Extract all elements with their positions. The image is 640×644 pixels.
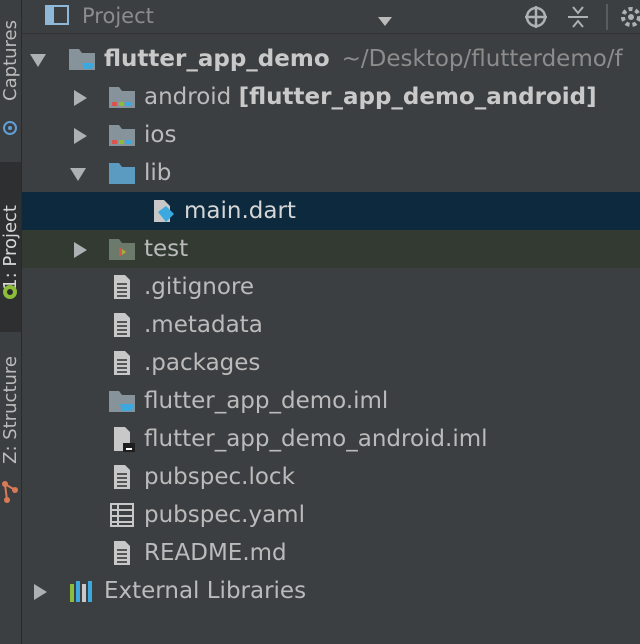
tree-row-packages[interactable]: .packages xyxy=(22,344,640,382)
android-module-folder-icon xyxy=(108,84,136,110)
tree-row-readme[interactable]: README.md xyxy=(22,534,640,572)
tree-label-ios: ios xyxy=(144,122,177,148)
chevron-right-icon[interactable] xyxy=(34,584,47,600)
locate-icon[interactable] xyxy=(524,5,548,29)
tab-captures-label: Captures xyxy=(0,19,21,101)
tree-label-android: android [flutter_app_demo_android] xyxy=(144,82,597,112)
text-file-icon xyxy=(108,540,136,566)
tree-row-pubspec-yaml[interactable]: pubspec.yaml xyxy=(22,496,640,534)
tree-row-iml[interactable]: flutter_app_demo.iml xyxy=(22,382,640,420)
chevron-right-icon[interactable] xyxy=(74,242,87,258)
gear-icon[interactable] xyxy=(618,5,640,29)
module-file-icon xyxy=(108,388,136,414)
chevron-down-icon[interactable] xyxy=(30,54,46,67)
tab-structure-label: Z: Structure xyxy=(0,356,21,464)
library-icon xyxy=(68,578,96,604)
text-file-icon xyxy=(108,312,136,338)
text-file-icon xyxy=(108,464,136,490)
tree-label-readme: README.md xyxy=(144,540,287,566)
tree-label-pubspec-yaml: pubspec.yaml xyxy=(144,502,305,528)
yaml-file-icon xyxy=(108,502,136,528)
tree-label-lib: lib xyxy=(144,160,172,186)
tree-row-gitignore[interactable]: .gitignore xyxy=(22,268,640,306)
iml-file-icon xyxy=(108,426,136,452)
tree-row-android-iml[interactable]: flutter_app_demo_android.iml xyxy=(22,420,640,458)
tree-label-root: flutter_app_demo ~/Desktop/flutterdemo/f xyxy=(104,44,623,74)
chevron-down-icon[interactable] xyxy=(70,168,86,181)
module-folder-icon xyxy=(68,46,96,72)
tree-row-android[interactable]: android [flutter_app_demo_android] xyxy=(22,78,640,116)
android-module: [flutter_app_demo_android] xyxy=(238,84,597,110)
root-path: ~/Desktop/flutterdemo/f xyxy=(341,46,623,72)
text-file-icon xyxy=(108,274,136,300)
tool-window-strip: Captures 1: Project Z: Structure xyxy=(0,0,22,644)
tab-project-label: 1: Project xyxy=(0,204,21,290)
dart-file-icon xyxy=(148,198,176,224)
test-folder-icon xyxy=(108,236,136,262)
tree-row-metadata[interactable]: .metadata xyxy=(22,306,640,344)
tree-row-lib[interactable]: lib xyxy=(22,154,640,192)
captures-icon xyxy=(2,120,18,136)
tree-label-metadata: .metadata xyxy=(144,312,263,338)
folder-icon xyxy=(108,122,136,148)
tree-row-root[interactable]: flutter_app_demo ~/Desktop/flutterdemo/f xyxy=(22,40,640,78)
chevron-right-icon[interactable] xyxy=(74,128,87,144)
tree-row-test[interactable]: test xyxy=(22,230,640,268)
tree-label-packages: .packages xyxy=(144,350,261,376)
tree-label-android-iml: flutter_app_demo_android.iml xyxy=(144,426,488,452)
tree-row-ios[interactable]: ios xyxy=(22,116,640,154)
project-view-icon xyxy=(44,4,72,28)
collapse-all-icon[interactable] xyxy=(566,5,590,29)
tree-row-pubspec-lock[interactable]: pubspec.lock xyxy=(22,458,640,496)
tree-label-iml: flutter_app_demo.iml xyxy=(144,388,389,414)
tree-label-external-libraries: External Libraries xyxy=(104,578,307,604)
root-name: flutter_app_demo xyxy=(104,46,330,72)
chevron-right-icon[interactable] xyxy=(74,90,87,106)
android-robot-icon xyxy=(2,284,18,300)
tree-row-main-dart[interactable]: main.dart xyxy=(22,192,640,230)
tab-captures[interactable]: Captures xyxy=(0,0,21,120)
tree-label-test: test xyxy=(144,236,189,262)
android-name: android xyxy=(144,84,232,110)
tree-label-gitignore: .gitignore xyxy=(144,274,255,300)
tab-structure[interactable]: Z: Structure xyxy=(0,340,21,480)
tree-label-pubspec-lock: pubspec.lock xyxy=(144,464,295,490)
structure-icon xyxy=(1,480,19,506)
source-folder-icon xyxy=(108,160,136,186)
tree-label-main-dart: main.dart xyxy=(184,198,296,224)
tab-project[interactable]: 1: Project xyxy=(0,162,21,332)
project-view-title[interactable]: Project xyxy=(82,2,154,30)
text-file-icon xyxy=(108,350,136,376)
project-tool-window: Project flutter_app_demo ~/Desktop/flutte… xyxy=(22,0,640,644)
project-toolbar: Project xyxy=(22,0,640,34)
toolbar-divider xyxy=(606,4,608,30)
chevron-down-icon[interactable] xyxy=(378,12,392,26)
tree-row-external-libraries[interactable]: External Libraries xyxy=(22,572,640,610)
